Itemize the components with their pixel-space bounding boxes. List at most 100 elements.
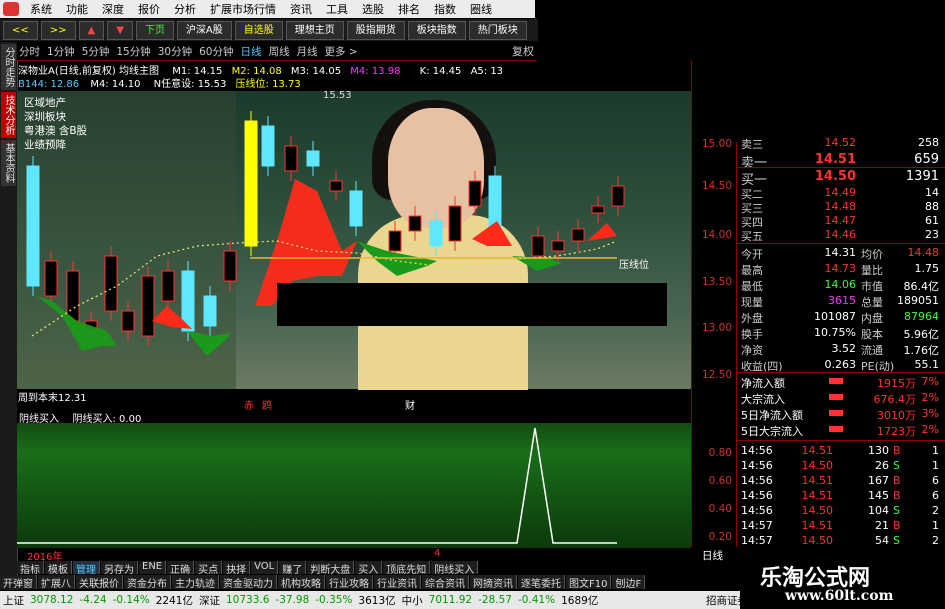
tab-technical[interactable]: 技术分析 bbox=[1, 92, 16, 138]
period-more[interactable]: 更多 > bbox=[325, 44, 358, 59]
tick-volume: 21 bbox=[875, 519, 889, 532]
watermark-url: www.60lt.com bbox=[785, 588, 894, 604]
index-futures-button[interactable]: 股指期货 bbox=[346, 20, 405, 40]
watchlist-button[interactable]: 自选股 bbox=[234, 20, 283, 40]
tab-zhuanle[interactable]: 赚了 bbox=[279, 561, 307, 576]
menu-system[interactable]: 系统 bbox=[23, 1, 59, 17]
tab-fundamentals[interactable]: 基本资料 bbox=[1, 140, 16, 186]
menu-index[interactable]: 指数 bbox=[427, 1, 463, 17]
sz-label[interactable]: 深证 bbox=[199, 593, 220, 608]
period-monthly[interactable]: 月线 bbox=[297, 44, 318, 59]
tab-juezhe[interactable]: 抉择 bbox=[223, 561, 251, 576]
tab-wangzhaizixun[interactable]: 网摘资讯 bbox=[470, 575, 517, 590]
period-30min[interactable]: 30分钟 bbox=[158, 44, 192, 59]
period-weekly[interactable]: 周线 bbox=[269, 44, 290, 59]
candle-body bbox=[531, 235, 545, 257]
tab-yinxianmairu[interactable]: 阴线买入 bbox=[431, 561, 479, 576]
stat-row: 现量 3615 总量 189051 bbox=[741, 294, 941, 309]
menu-news[interactable]: 资讯 bbox=[283, 1, 319, 17]
info-board: 深圳板块 bbox=[24, 111, 66, 123]
tab-guanli[interactable]: 管理 bbox=[73, 561, 100, 576]
tick-count: 1 bbox=[932, 459, 939, 472]
tab-zijinfenbu[interactable]: 资金分布 bbox=[124, 575, 171, 590]
flow-pct: 3% bbox=[921, 407, 939, 420]
up-arrow-button[interactable]: ▲ bbox=[78, 20, 105, 40]
menu-stock-picker[interactable]: 选股 bbox=[355, 1, 391, 17]
period-5min[interactable]: 5分钟 bbox=[82, 44, 110, 59]
tab-dingdixianzhi[interactable]: 顶底先知 bbox=[383, 561, 431, 576]
tab-kuozhan[interactable]: 扩展八 bbox=[38, 575, 75, 590]
tab-lingcunwei[interactable]: 另存为 bbox=[101, 561, 138, 576]
zx-label[interactable]: 中小 bbox=[402, 593, 423, 608]
menu-analysis[interactable]: 分析 bbox=[167, 1, 203, 17]
menu-function[interactable]: 功能 bbox=[59, 1, 95, 17]
tab-zhibiao[interactable]: 指标 bbox=[17, 561, 44, 576]
tab-panduandapan[interactable]: 判断大盘 bbox=[307, 561, 355, 576]
stat-cell: 189051 bbox=[897, 294, 939, 307]
period-label[interactable]: 日线 bbox=[702, 548, 723, 563]
tab-maidian[interactable]: 买点 bbox=[195, 561, 223, 576]
tab-moban[interactable]: 模板 bbox=[45, 561, 72, 576]
period-15min[interactable]: 15分钟 bbox=[116, 44, 150, 59]
tab-jigougonglue[interactable]: 机构攻略 bbox=[278, 575, 325, 590]
stat-cell: 14.48 bbox=[907, 246, 940, 259]
tab-hangyegonglue[interactable]: 行业攻略 bbox=[326, 575, 373, 590]
tick-count: 6 bbox=[932, 489, 939, 502]
tab-zhengque[interactable]: 正确 bbox=[167, 561, 195, 576]
period-60min[interactable]: 60分钟 bbox=[199, 44, 233, 59]
fuquan-button[interactable]: 复权 bbox=[512, 43, 534, 59]
menu-quote[interactable]: 报价 bbox=[131, 1, 167, 17]
tab-zhubiweituo[interactable]: 逐笔委托 bbox=[518, 575, 565, 590]
tab-zonghezixun[interactable]: 综合资讯 bbox=[422, 575, 469, 590]
flow-row: 5日大宗流入 1723万 2% bbox=[741, 423, 941, 438]
flow-bar bbox=[829, 426, 843, 432]
menu-depth[interactable]: 深度 bbox=[95, 1, 131, 17]
stat-cell: 股本 bbox=[861, 328, 883, 341]
forward-button[interactable]: >> bbox=[40, 20, 76, 40]
stat-cell: 均价 bbox=[861, 248, 883, 261]
tab-vol[interactable]: VOL bbox=[251, 561, 279, 574]
flow-amount: 1915万 bbox=[877, 377, 916, 390]
tab-mairu[interactable]: 买入 bbox=[355, 561, 383, 576]
sector-index-button[interactable]: 板块指数 bbox=[407, 20, 466, 40]
stat-cell: 86.4亿 bbox=[903, 280, 940, 293]
tab-intraday[interactable]: 分时走势 bbox=[1, 44, 16, 90]
period-intraday[interactable]: 分时 bbox=[19, 44, 40, 59]
sh-label[interactable]: 上证 bbox=[3, 593, 24, 608]
stat-cell: 101087 bbox=[814, 310, 856, 323]
tab-tuwenf10[interactable]: 图文F10 bbox=[566, 575, 612, 590]
buy3-row: 买三 14.48 88 bbox=[741, 200, 941, 215]
hot-sector-button[interactable]: 热门板块 bbox=[468, 20, 527, 40]
homepage-button[interactable]: 理想主页 bbox=[285, 20, 344, 40]
tab-popup[interactable]: 开弹窗 bbox=[0, 575, 37, 590]
menu-extended-market[interactable]: 扩展市场行情 bbox=[203, 1, 283, 17]
menu-ranking[interactable]: 排名 bbox=[391, 1, 427, 17]
period-1min[interactable]: 1分钟 bbox=[47, 44, 75, 59]
tick-volume: 104 bbox=[868, 504, 889, 517]
menu-drawline[interactable]: 圈线 bbox=[463, 1, 499, 17]
tab-ene[interactable]: ENE bbox=[139, 561, 167, 574]
down-arrow-button[interactable]: ▼ bbox=[107, 20, 133, 40]
stat-row: 收益(四) 0.263 PE(动) 55.1 bbox=[741, 358, 941, 373]
buy2-price: 14.49 bbox=[824, 186, 857, 199]
menu-tools[interactable]: 工具 bbox=[319, 1, 355, 17]
shsz-a-button[interactable]: 沪深A股 bbox=[176, 20, 232, 40]
tab-guanlianbaojia[interactable]: 关联报价 bbox=[76, 575, 123, 590]
stats-divider bbox=[737, 243, 945, 244]
tab-hangyezixun[interactable]: 行业资讯 bbox=[374, 575, 421, 590]
sz-amount: 3613亿 bbox=[358, 594, 396, 607]
stat-cell: 现量 bbox=[741, 296, 763, 309]
stat-cell: 14.31 bbox=[824, 246, 857, 259]
period-daily[interactable]: 日线 bbox=[241, 44, 262, 59]
candle-body bbox=[448, 205, 462, 242]
zx-change: -28.57 bbox=[478, 594, 512, 606]
next-page-button[interactable]: 下页 bbox=[135, 20, 174, 40]
tab-zhuliguiji[interactable]: 主力轨迹 bbox=[172, 575, 219, 590]
candle-body bbox=[141, 275, 155, 337]
tab-baobianf[interactable]: 刨边F bbox=[612, 575, 646, 590]
stat-cell: 今开 bbox=[741, 248, 763, 261]
tab-zijinqudongli[interactable]: 资金驱动力 bbox=[220, 575, 277, 590]
indicator-k: K: 14.45 bbox=[419, 66, 462, 77]
back-button[interactable]: << bbox=[3, 20, 38, 40]
candle-body bbox=[104, 255, 118, 312]
